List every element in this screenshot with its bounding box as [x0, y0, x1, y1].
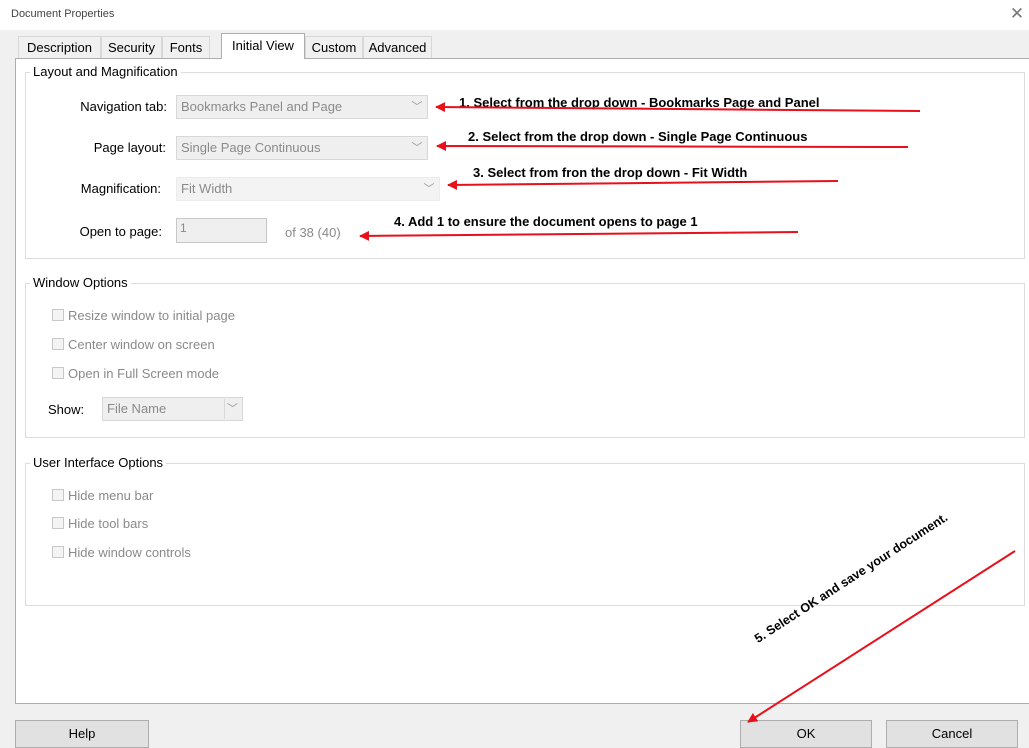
tab-initial-view[interactable]: Initial View [221, 33, 305, 59]
arrow-step-4 [359, 230, 799, 241]
arrow-step-1 [435, 102, 921, 113]
arrow-step-3 [447, 179, 839, 190]
annotation-arrows [359, 102, 1016, 723]
arrow-step-5 [747, 550, 1016, 723]
arrow-step-2 [436, 141, 909, 152]
